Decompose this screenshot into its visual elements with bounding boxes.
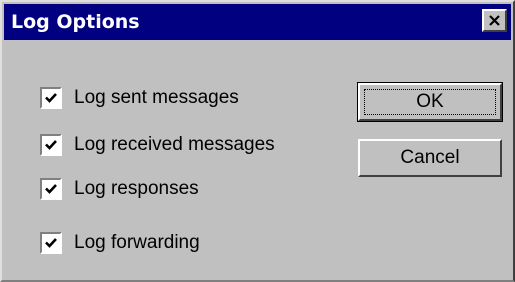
close-button[interactable] xyxy=(482,9,507,32)
log-received-messages-checkbox[interactable] xyxy=(40,134,62,156)
log-forwarding-label: Log forwarding xyxy=(74,232,200,253)
option-log-forwarding[interactable]: Log forwarding xyxy=(40,231,200,255)
checkmark-icon xyxy=(45,93,57,103)
cancel-button[interactable]: Cancel xyxy=(358,139,502,177)
option-log-received-messages[interactable]: Log received messages xyxy=(40,133,275,157)
log-options-dialog: Log Options Log sent messages Log receiv… xyxy=(0,0,515,282)
title-bar: Log Options xyxy=(4,4,511,40)
log-sent-messages-label: Log sent messages xyxy=(74,87,239,108)
option-log-responses[interactable]: Log responses xyxy=(40,177,199,201)
log-sent-messages-checkbox[interactable] xyxy=(40,87,62,109)
log-received-messages-label: Log received messages xyxy=(74,134,275,155)
dialog-title: Log Options xyxy=(11,11,140,33)
option-log-sent-messages[interactable]: Log sent messages xyxy=(40,86,239,110)
checkmark-icon xyxy=(45,238,57,248)
ok-button[interactable]: OK xyxy=(357,82,503,122)
log-responses-label: Log responses xyxy=(74,178,199,199)
checkmark-icon xyxy=(45,184,57,194)
log-forwarding-checkbox[interactable] xyxy=(40,232,62,254)
ok-button-label: OK xyxy=(416,91,444,112)
log-responses-checkbox[interactable] xyxy=(40,178,62,200)
checkmark-icon xyxy=(45,140,57,150)
cancel-button-label: Cancel xyxy=(400,147,460,168)
close-icon xyxy=(489,15,500,26)
